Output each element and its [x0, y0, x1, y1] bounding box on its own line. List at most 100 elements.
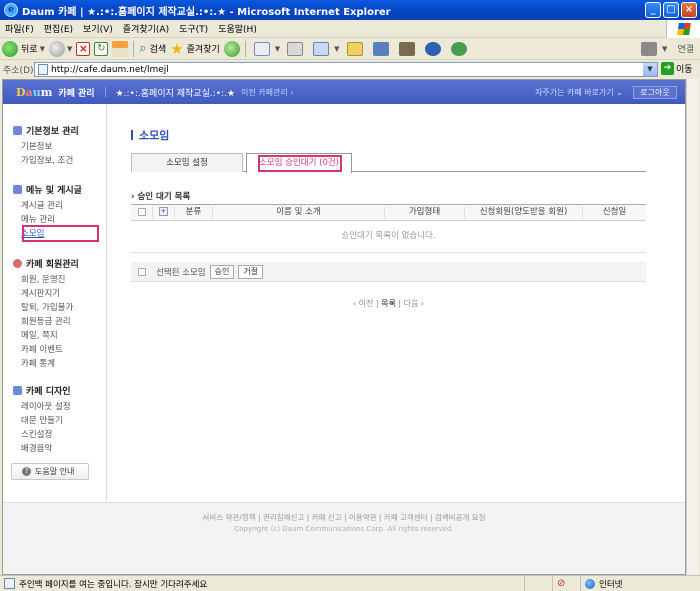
toolbar-gear-icon	[424, 41, 441, 56]
ie-logo-icon: e	[4, 3, 18, 17]
frequent-cafe-dropdown[interactable]: 자주가는 카페 바로가기 ⌄	[535, 87, 623, 98]
cafe-manager-title[interactable]: 카페 관리	[58, 86, 94, 99]
nav-item-cafe-event[interactable]: 카페 이벤트	[13, 343, 79, 357]
refresh-icon: ↻	[94, 41, 109, 56]
windows-logo-icon	[666, 20, 700, 38]
help-guide-button[interactable]: ? 도움말 안내	[11, 463, 89, 480]
header-cell-sort: +	[153, 207, 175, 218]
pending-table: + 분류 이름 및 소개 가입형태 신청회원(양도받을 회원) 신청일 승인대기…	[131, 204, 646, 253]
empty-message: 승인대기 목록이 없습니다.	[131, 221, 646, 253]
messenger-button[interactable]	[368, 39, 394, 59]
menu-edit[interactable]: 편집(E)	[39, 22, 78, 35]
history-button[interactable]	[222, 39, 242, 59]
search-label: 검색	[149, 45, 167, 55]
tab-somoim-settings[interactable]: 소모임 설정	[131, 153, 243, 172]
nav-item-members-staff[interactable]: 회원, 운영진	[13, 273, 79, 287]
column-applicant: 신청회원(양도받을 회원)	[465, 207, 583, 218]
column-name-intro: 이름 및 소개	[213, 207, 385, 218]
home-button[interactable]	[110, 39, 130, 59]
cafe-name-link[interactable]: ★.:•:.홈페이지 제작교실.:•:.★	[116, 86, 235, 99]
nav-item-front-page[interactable]: 대문 만들기	[13, 414, 71, 428]
menu-favorites[interactable]: 즐겨찾기(A)	[118, 22, 174, 35]
address-input[interactable]: http://cafe.daum.net/lmejl ▼	[34, 62, 658, 77]
menu-view[interactable]: 보기(V)	[78, 22, 118, 35]
history-icon	[223, 40, 240, 57]
nav-item-mail-note[interactable]: 메일, 쪽지	[13, 329, 79, 343]
select-all-checkbox[interactable]	[137, 207, 146, 216]
prev-page-link[interactable]: ‹ 이전	[353, 299, 373, 308]
minimize-button[interactable]: _	[645, 2, 661, 18]
tool-button-2[interactable]	[420, 39, 446, 59]
forward-dropdown-icon[interactable]: ▼	[67, 45, 72, 53]
address-dropdown-icon[interactable]: ▼	[643, 63, 657, 76]
select-all-bottom-checkbox[interactable]	[138, 267, 146, 276]
window-title: Daum 카페 | ★.:•:.홈페이지 제작교실.:•:.★ - Micros…	[22, 6, 391, 18]
tool-button-1[interactable]	[394, 39, 420, 59]
tool-button-3[interactable]	[446, 39, 472, 59]
reject-button[interactable]: 거절	[238, 264, 264, 279]
go-button[interactable]: ➔ 이동	[661, 62, 693, 75]
nav-item-cafe-stats[interactable]: 카페 통계	[13, 357, 79, 371]
security-zone-cell[interactable]: 인터넷	[580, 576, 700, 591]
nav-item-join-info[interactable]: 가입정보, 조건	[13, 154, 79, 168]
forward-button[interactable]: ▼	[47, 39, 74, 59]
menu-tools[interactable]: 도구(T)	[174, 22, 213, 35]
address-label: 주소(D)	[3, 66, 34, 76]
search-button[interactable]: ⌕ 검색	[137, 39, 168, 59]
daum-header: Daum 카페 관리 ★.:•:.홈페이지 제작교실.:•:.★ 이전 카페관리…	[3, 80, 685, 104]
page-loading-icon	[4, 578, 15, 589]
toolbar-app-icon	[398, 41, 415, 56]
column-apply-date: 신청일	[602, 207, 627, 217]
nav-item-member-grade[interactable]: 회원등급 관리	[13, 315, 79, 329]
nav-item-skin[interactable]: 스킨설정	[13, 428, 71, 442]
favorites-button[interactable]: ★ 즐겨찾기	[168, 39, 222, 59]
close-button[interactable]: ×	[681, 2, 697, 18]
window-title-bar: e Daum 카페 | ★.:•:.홈페이지 제작교실.:•:.★ - Micr…	[0, 0, 700, 20]
menu-help[interactable]: 도움말(H)	[213, 22, 262, 35]
nav-heading: 카페 디자인	[13, 384, 71, 397]
somoim-highlight	[22, 225, 99, 242]
nav-item-withdraw[interactable]: 탈퇴, 가입불가	[13, 301, 79, 315]
nav-heading: 메뉴 및 게시글	[13, 183, 82, 196]
daum-logo[interactable]: Daum	[16, 86, 52, 99]
maximize-button[interactable]: □	[663, 2, 679, 18]
back-button[interactable]: 뒤로 ▼	[0, 39, 47, 59]
edit-button[interactable]: ▼	[308, 39, 341, 59]
links-button[interactable]: ▼ 연결	[636, 39, 696, 59]
nav-item-basic-info[interactable]: 기본정보	[13, 140, 79, 154]
nav-item-board-keeper[interactable]: 게시판지기	[13, 287, 79, 301]
help-icon: ?	[22, 467, 31, 476]
toolbar-people-icon	[450, 41, 467, 56]
stop-icon	[76, 41, 91, 56]
approve-button[interactable]: 승인	[209, 264, 235, 279]
favorites-star-icon: ★	[170, 39, 184, 58]
discuss-button[interactable]	[342, 39, 368, 59]
print-button[interactable]	[282, 39, 308, 59]
refresh-button[interactable]: ↻	[92, 39, 110, 59]
popup-blocked-icon: ⊘	[557, 578, 566, 589]
footer-links[interactable]: 서비스 약관/정책 | 권리침해신고 | 카페 신고 | 이용약관 | 카페 고…	[3, 512, 685, 523]
copyright-text: Copyright (c) Daum Communications Corp. …	[234, 525, 454, 533]
nav-item-bgm[interactable]: 배경음악	[13, 442, 71, 456]
logout-button[interactable]: 로그아웃	[633, 86, 677, 99]
vertical-scrollbar[interactable]	[686, 79, 698, 575]
sort-toggle-icon[interactable]: +	[159, 207, 168, 216]
go-label: 이동	[676, 65, 693, 75]
mail-button[interactable]: ▼	[249, 39, 282, 59]
links-label: 연결	[677, 45, 694, 55]
menu-file[interactable]: 파일(F)	[0, 22, 39, 35]
popup-blocker-cell[interactable]: ⊘	[552, 576, 580, 591]
forward-arrow-icon	[48, 40, 65, 57]
stop-button[interactable]	[74, 39, 92, 59]
internet-zone-icon	[585, 578, 595, 589]
toolbar: 뒤로 ▼ ▼ ↻ ⌕ 검색 ★ 즐겨찾기 ▼ ▼ ▼ 연결	[0, 38, 700, 60]
back-dropdown-icon[interactable]: ▼	[40, 45, 45, 53]
nav-item-layout[interactable]: 레이아웃 설정	[13, 400, 71, 414]
previous-manager-link[interactable]: 이전 카페관리 ›	[241, 87, 293, 98]
favorites-label: 즐겨찾기	[186, 45, 220, 55]
status-text: 주인백 페이지를 여는 중입니다. 잠시만 기다려주세요	[19, 579, 208, 590]
list-link[interactable]: 목록	[381, 299, 396, 308]
nav-item-post-manage[interactable]: 게시글 관리	[13, 199, 82, 213]
nav-group-members: 카페 회원관리 회원, 운영진 게시판지기 탈퇴, 가입불가 회원등급 관리 메…	[13, 257, 79, 371]
next-page-link[interactable]: 다음 ›	[404, 299, 424, 308]
